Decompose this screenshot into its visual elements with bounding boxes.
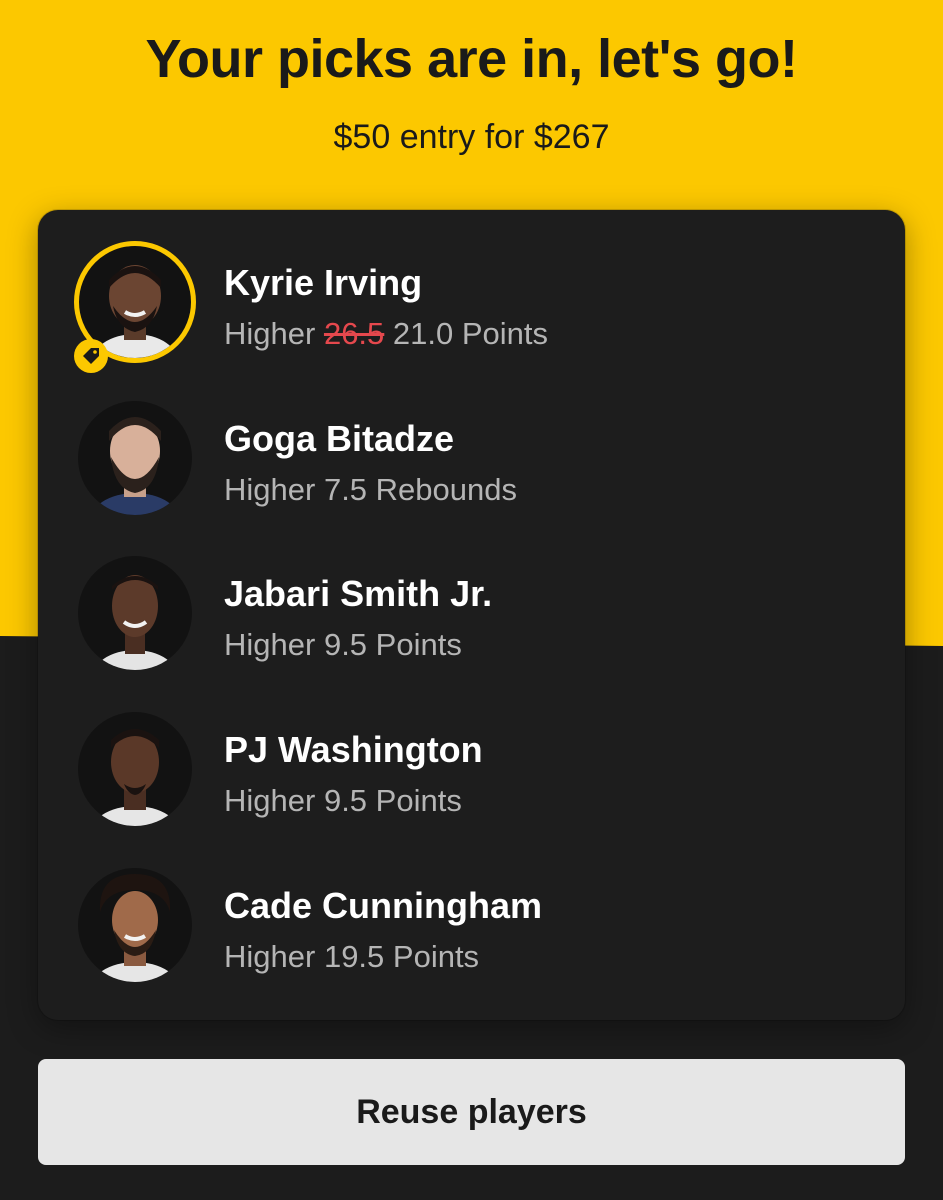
pick-direction: Higher	[224, 627, 316, 662]
player-name: Jabari Smith Jr.	[224, 573, 493, 614]
player-avatar	[74, 241, 196, 373]
player-avatar	[74, 708, 196, 830]
picks-card: Kyrie Irving Higher 26.5 21.0 Points Gog…	[38, 210, 905, 1020]
pick-row[interactable]: Jabari Smith Jr. Higher 9.5 Points	[38, 521, 905, 671]
player-avatar	[74, 864, 196, 986]
player-photo	[78, 712, 192, 826]
pick-row[interactable]: Cade Cunningham Higher 19.5 Points	[38, 833, 905, 983]
player-name: Goga Bitadze	[224, 418, 455, 459]
pick-line: Higher 7.5 Rebounds	[224, 472, 517, 508]
pick-line: Higher 26.5 21.0 Points	[224, 316, 548, 352]
pick-value: 9.5 Points	[323, 627, 462, 662]
player-avatar	[74, 397, 196, 519]
player-photo	[78, 556, 192, 670]
player-photo	[78, 401, 192, 515]
pick-line: Higher 19.5 Points	[224, 939, 479, 975]
player-name: Cade Cunningham	[224, 885, 543, 926]
pick-row[interactable]: Goga Bitadze Higher 7.5 Rebounds	[38, 366, 905, 516]
pick-value: 19.5 Points	[323, 939, 480, 974]
pick-direction: Higher	[224, 939, 316, 974]
pick-value: 21.0 Points	[392, 316, 549, 351]
pick-value: 9.5 Points	[323, 783, 462, 818]
original-line: 26.5	[323, 316, 385, 351]
pick-direction: Higher	[224, 316, 316, 351]
page-title: Your picks are in, let's go!	[145, 29, 798, 89]
player-name: PJ Washington	[224, 729, 483, 770]
player-name: Kyrie Irving	[224, 262, 423, 303]
pick-row[interactable]: PJ Washington Higher 9.5 Points	[38, 677, 905, 827]
pick-direction: Higher	[224, 472, 316, 507]
entry-summary: $50 entry for $267	[333, 118, 610, 156]
player-avatar	[74, 552, 196, 674]
pick-value: 7.5 Rebounds	[323, 472, 517, 507]
pick-row[interactable]: Kyrie Irving Higher 26.5 21.0 Points	[38, 210, 905, 373]
pick-line: Higher 9.5 Points	[224, 783, 462, 819]
pick-line: Higher 9.5 Points	[224, 627, 462, 663]
pick-direction: Higher	[224, 783, 316, 818]
reuse-players-button[interactable]: Reuse players	[38, 1059, 905, 1165]
player-photo	[78, 868, 192, 982]
